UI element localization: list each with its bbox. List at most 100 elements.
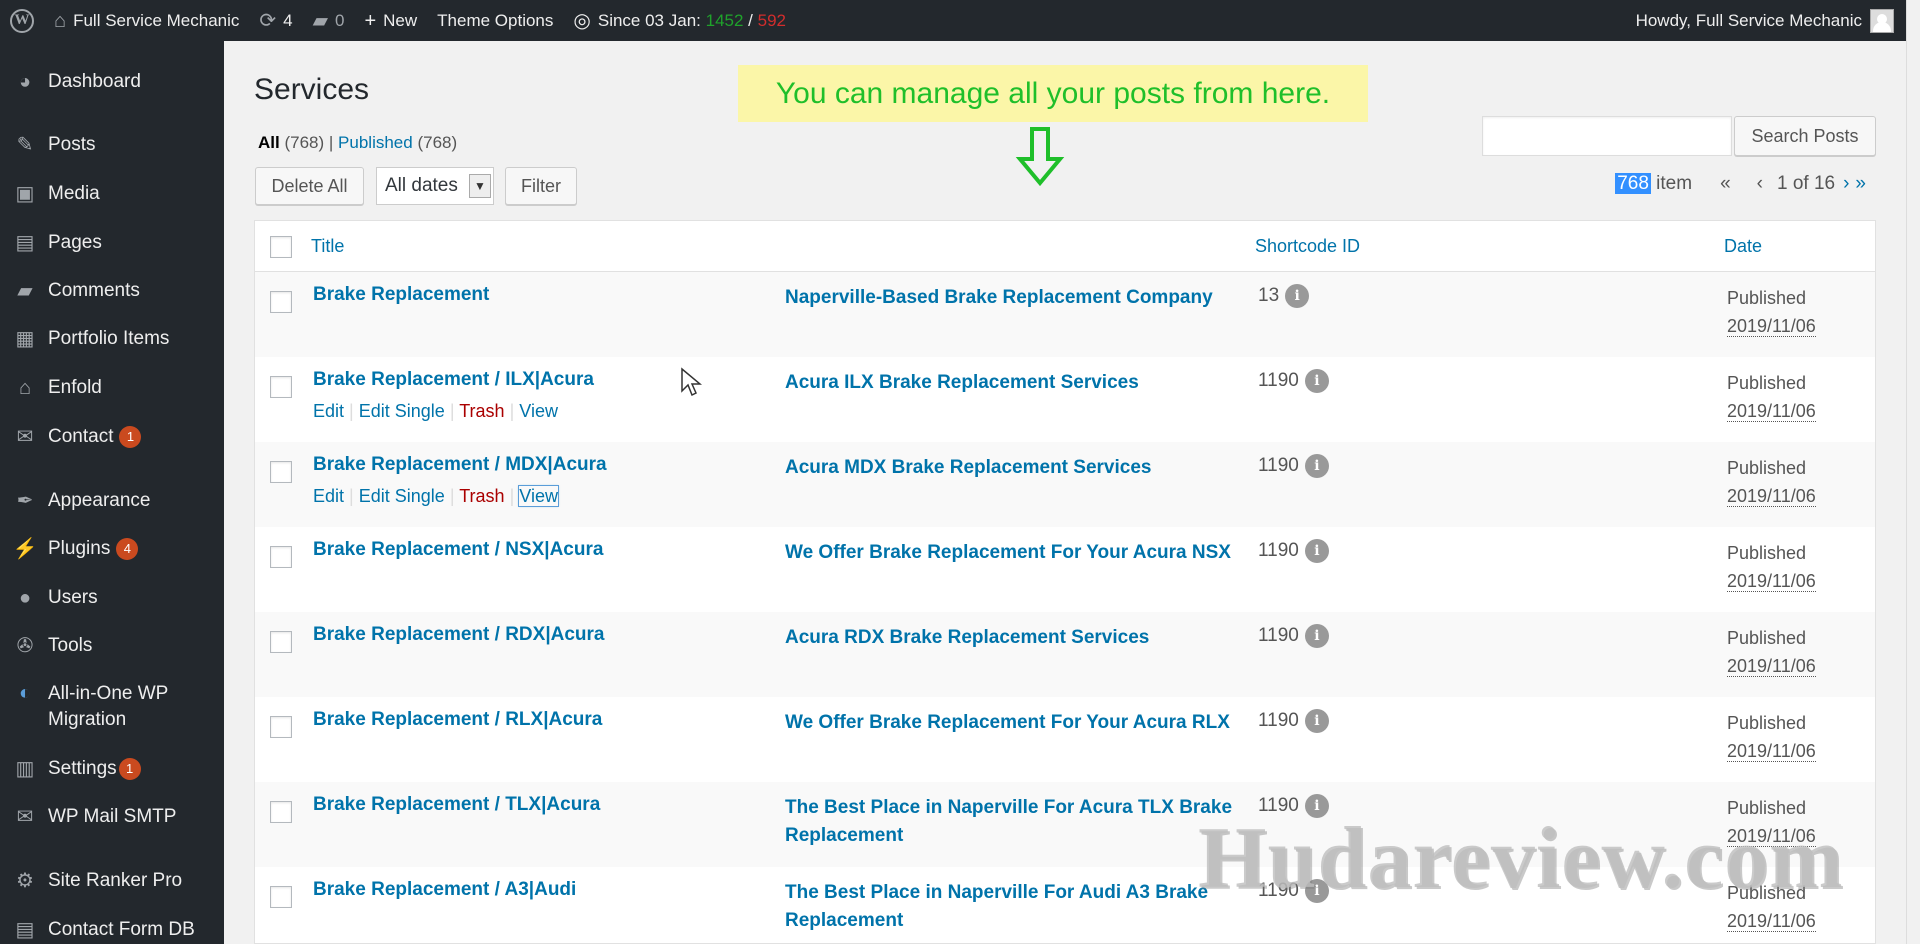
seo-title-link[interactable]: The Best Place in Naperville For Audi A3… [785, 879, 1245, 935]
pagination: 768 item « ‹ 1 of 16 › » [1615, 173, 1866, 195]
post-title-link[interactable]: Brake Replacement / NSX|Acura [313, 539, 603, 561]
seo-title-link[interactable]: Naperville-Based Brake Replacement Compa… [785, 284, 1245, 312]
page-scrollbar[interactable] [1906, 0, 1920, 944]
theme-options-link[interactable]: Theme Options [427, 0, 563, 41]
post-title-link[interactable]: Brake Replacement / ILX|Acura [313, 369, 594, 391]
sidebar-item-portfolio[interactable]: ▦ Portfolio Items [0, 327, 224, 351]
sidebar-item-site-ranker[interactable]: ⚙ Site Ranker Pro [0, 869, 224, 893]
filter-button[interactable]: Filter [505, 167, 577, 205]
column-title[interactable]: Title [311, 236, 344, 257]
edit-link[interactable]: Edit [313, 486, 344, 506]
my-account-link[interactable]: Howdy, Full Service Mechanic [1626, 0, 1904, 41]
sidebar-item-migration[interactable]: ◐ All-in-One WP Migration [0, 681, 224, 733]
comments-link[interactable]: ▰ 0 [303, 0, 355, 41]
info-icon[interactable]: i [1304, 539, 1329, 563]
refresh-icon: ⟳ [259, 9, 277, 32]
next-page-button[interactable]: › [1843, 173, 1849, 195]
sidebar-item-label: Tools [48, 635, 93, 656]
new-content-link[interactable]: + New [354, 0, 427, 41]
dates-select[interactable]: All dates ▼ [376, 167, 494, 205]
sidebar-item-enfold[interactable]: ⌂ Enfold [0, 376, 224, 400]
view-link[interactable]: View [518, 485, 559, 507]
sidebar-item-wp-mail-smtp[interactable]: ✉ WP Mail SMTP [0, 805, 224, 829]
info-icon[interactable]: i [1304, 454, 1329, 478]
sidebar-item-appearance[interactable]: ✒ Appearance [0, 489, 224, 513]
trash-link[interactable]: Trash [459, 486, 504, 506]
since-stats-link[interactable]: ◎ Since 03 Jan: 1452 / 592 [563, 0, 796, 41]
seo-title-link[interactable]: Acura ILX Brake Replacement Services [785, 369, 1245, 397]
row-checkbox[interactable] [270, 886, 292, 908]
sidebar-item-dashboard[interactable]: ◕ Dashboard [0, 70, 224, 94]
comments-count: 0 [335, 10, 345, 30]
post-status: Published [1727, 458, 1807, 478]
sidebar-item-tools[interactable]: ✇ Tools [0, 634, 224, 658]
post-title-link[interactable]: Brake Replacement / RDX|Acura [313, 624, 605, 646]
post-title-link[interactable]: Brake Replacement / TLX|Acura [313, 794, 600, 816]
trash-link[interactable]: Trash [459, 401, 504, 421]
post-date: 2019/11/06 [1727, 316, 1816, 337]
select-all-checkbox[interactable] [270, 236, 292, 258]
sidebar-item-settings[interactable]: ▥ Settings 1 [0, 757, 224, 781]
action-separator: | [349, 401, 354, 421]
info-icon[interactable]: i [1304, 709, 1329, 733]
brush-icon: ✒ [16, 490, 34, 512]
seo-title-link[interactable]: Acura MDX Brake Replacement Services [785, 454, 1245, 482]
table-header: Title Shortcode ID Date [255, 221, 1875, 272]
row-checkbox[interactable] [270, 716, 292, 738]
post-title-link[interactable]: Brake Replacement / RLX|Acura [313, 709, 602, 731]
seo-title-link[interactable]: We Offer Brake Replacement For Your Acur… [785, 539, 1245, 567]
post-title-link[interactable]: Brake Replacement / A3|Audi [313, 879, 576, 901]
prev-page-button[interactable]: ‹ [1757, 173, 1763, 195]
filter-all-link[interactable]: All [258, 133, 280, 152]
info-icon[interactable]: i [1285, 284, 1310, 308]
column-date[interactable]: Date [1724, 236, 1762, 257]
post-title-link[interactable]: Brake Replacement [313, 284, 489, 306]
row-checkbox[interactable] [270, 801, 292, 823]
site-name-link[interactable]: ⌂ Full Service Mechanic [44, 0, 249, 41]
post-date: 2019/11/06 [1727, 486, 1816, 507]
seo-title-link[interactable]: We Offer Brake Replacement For Your Acur… [785, 709, 1245, 737]
row-checkbox[interactable] [270, 546, 292, 568]
updates-link[interactable]: ⟳ 4 [249, 0, 302, 41]
info-icon[interactable]: i [1304, 624, 1329, 648]
row-checkbox[interactable] [270, 461, 292, 483]
wp-logo-menu[interactable]: W [0, 0, 44, 41]
sidebar-item-comments[interactable]: ▰ Comments [0, 279, 224, 303]
filter-published-count: (768) [417, 133, 458, 152]
items-label: item [1656, 173, 1693, 194]
info-icon[interactable]: i [1304, 369, 1329, 393]
filter-published-link[interactable]: Published [338, 133, 413, 152]
chevron-down-icon: ▼ [469, 174, 491, 198]
mail-smtp-icon: ✉ [16, 806, 34, 828]
edit-link[interactable]: Edit [313, 401, 344, 421]
row-checkbox[interactable] [270, 376, 292, 398]
post-status: Published [1727, 373, 1807, 393]
edit-single-link[interactable]: Edit Single [359, 486, 445, 506]
search-input[interactable] [1482, 116, 1732, 156]
row-checkbox[interactable] [270, 291, 292, 313]
row-checkbox[interactable] [270, 631, 292, 653]
sidebar-item-contact-form-db[interactable]: ▤ Contact Form DB [0, 918, 224, 942]
post-title-link[interactable]: Brake Replacement / MDX|Acura [313, 454, 607, 476]
action-separator: | [449, 401, 455, 421]
view-link[interactable]: View [519, 401, 558, 421]
sidebar-item-contact[interactable]: ✉ Contact 1 [0, 425, 224, 449]
sidebar-item-plugins[interactable]: ⚡ Plugins 4 [0, 537, 224, 561]
settings-count-badge: 1 [118, 757, 141, 780]
delete-all-button[interactable]: Delete All [255, 167, 364, 205]
seo-title-link[interactable]: The Best Place in Naperville For Acura T… [785, 794, 1245, 850]
shortcode-id: 1190 [1258, 455, 1299, 476]
sidebar-item-posts[interactable]: ✎ Posts [0, 133, 224, 157]
sidebar-item-pages[interactable]: ▤ Pages [0, 231, 224, 255]
column-shortcode[interactable]: Shortcode ID [1255, 236, 1360, 257]
seo-title-link[interactable]: Acura RDX Brake Replacement Services [785, 624, 1245, 652]
sidebar-item-label: Contact Form DB [48, 919, 195, 940]
last-page-button[interactable]: » [1855, 173, 1866, 195]
first-page-button[interactable]: « [1720, 173, 1731, 195]
search-posts-button[interactable]: Search Posts [1734, 116, 1876, 156]
plugin-icon: ⚡ [12, 538, 38, 560]
edit-single-link[interactable]: Edit Single [359, 401, 445, 421]
admin-sidebar: ◕ Dashboard ✎ Posts ▣ Media ▤ Pages ▰ Comment… [0, 41, 224, 944]
sidebar-item-users[interactable]: ● Users [0, 586, 224, 610]
sidebar-item-media[interactable]: ▣ Media [0, 182, 224, 206]
